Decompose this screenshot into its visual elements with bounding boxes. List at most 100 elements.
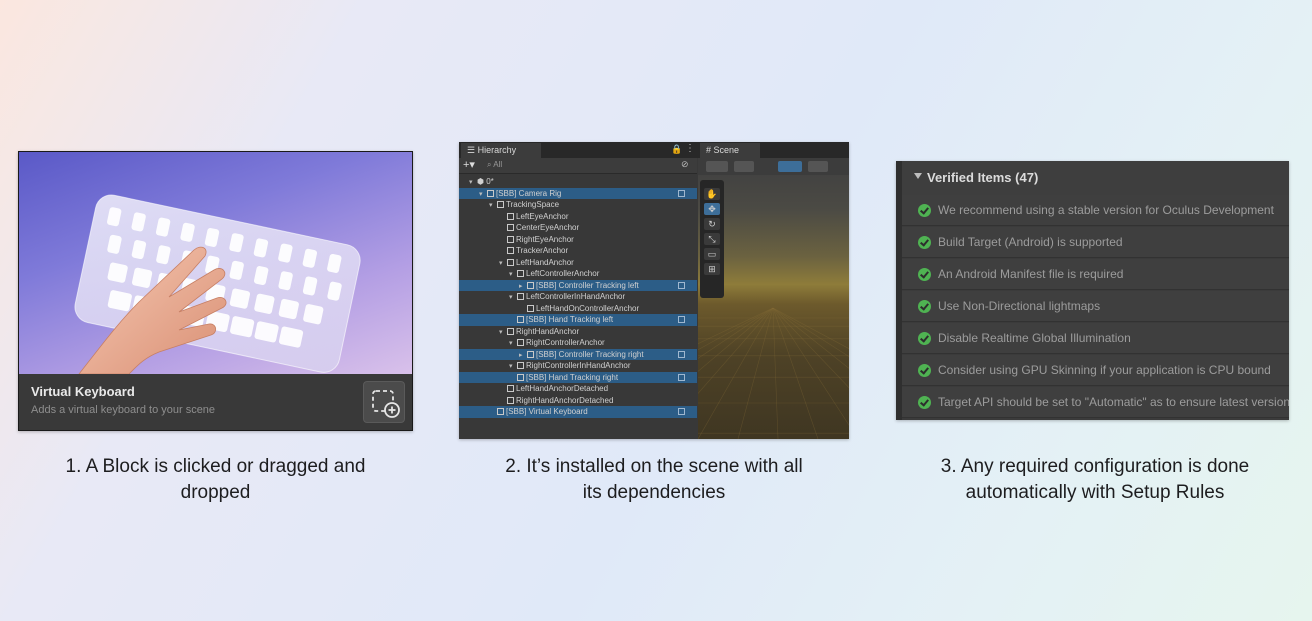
hierarchy-row[interactable]: LeftHandAnchorDetached [459,383,697,395]
search-input[interactable]: ⌕ All [487,160,502,170]
hierarchy-row[interactable]: LeftHandOnControllerAnchor [459,303,697,315]
add-block-button[interactable] [363,381,405,423]
gameobject-cube-icon [507,396,514,404]
hierarchy-row-label: RightHandAnchorDetached [516,395,614,405]
hierarchy-row[interactable]: ▾ TrackingSpace [459,199,697,211]
hierarchy-row[interactable]: ▸ [SBB] Controller Tracking right [459,348,697,360]
rotate-tool-icon[interactable]: ↻ [704,218,720,230]
hierarchy-row[interactable]: ▾ RightControllerInHandAnchor [459,360,697,372]
hierarchy-icon: ☰ [467,145,478,155]
hierarchy-row[interactable]: ▾ RightControllerAnchor [459,337,697,349]
verified-item[interactable]: Consider using GPU Skinning if your appl… [896,355,1289,386]
verified-items-header[interactable]: Verified Items (47) [896,161,1289,196]
caption-step-3: 3. Any required configuration is done au… [880,454,1310,506]
scene-toolbar [698,158,849,175]
hierarchy-toolbar: +▾ ⌕ All ⊘ [459,158,697,174]
rect-tool-icon[interactable]: ▭ [704,248,720,260]
hierarchy-row[interactable]: [SBB] Hand Tracking left [459,314,697,326]
verified-item[interactable]: Use Non-Directional lightmaps [896,291,1289,322]
prefab-toggle-icon[interactable] [678,281,685,289]
hierarchy-row-label: LeftControllerAnchor [526,269,600,278]
hierarchy-row-label: TrackingSpace [506,200,560,209]
check-circle-icon [918,364,931,377]
snap-button[interactable] [778,161,802,172]
grid-line [772,307,779,439]
hierarchy-row[interactable]: CenterEyeAnchor [459,222,697,234]
gizmo-button[interactable] [734,161,754,172]
search-input-text: All [493,160,503,169]
verified-item[interactable]: Build Target (Android) is supported [896,227,1289,258]
verified-items-title: Verified Items (47) [927,170,1039,185]
gameobject-cube-icon [497,201,504,208]
draw-mode-button[interactable] [706,161,728,172]
grid-button[interactable] [808,161,828,172]
scene-icon: # [706,145,714,155]
hierarchy-panel: +▾ ⌕ All ⊘ ▾ ⬢ 0* ▾ [SBB] Camera Rig ▾ Tracki… [459,158,697,439]
verified-item-text: Target API should be set to "Automatic" … [938,395,1289,409]
hierarchy-row-label: LeftHandOnControllerAnchor [536,303,640,313]
hierarchy-row-label: [SBB] Virtual Keyboard [506,407,588,416]
prefab-toggle-icon[interactable] [678,350,685,358]
block-card-virtual-keyboard[interactable]: Virtual Keyboard Adds a virtual keyboard… [18,151,413,431]
prefab-toggle-icon[interactable] [678,189,685,197]
hierarchy-row[interactable]: ▾ ⬢ 0* [459,176,697,188]
hierarchy-tree: ▾ ⬢ 0* ▾ [SBB] Camera Rig ▾ TrackingSpace Left… [459,176,697,418]
verified-item[interactable]: An Android Manifest file is required [896,259,1289,290]
add-icon[interactable]: +▾ [463,158,475,171]
add-to-scene-icon [372,390,400,418]
tab-scene[interactable]: # Scene [700,143,760,158]
hierarchy-row[interactable]: [SBB] Hand Tracking right [459,371,697,383]
hierarchy-row[interactable]: ▾ [SBB] Camera Rig [459,187,697,199]
verified-item[interactable]: We recommend using a stable version for … [896,195,1289,226]
caption-step-2-line2: its dependencies [582,482,726,503]
hierarchy-row[interactable]: [SBB] Virtual Keyboard [459,406,697,418]
move-tool-icon[interactable]: ✥ [704,203,720,215]
keyboard-key [303,304,324,325]
unity-editor-hierarchy-scene: ☰ Hierarchy 🔒 ⋮ # Scene +▾ ⌕ All ⊘ ▾ ⬢ 0*… [459,142,849,439]
prefab-toggle-icon[interactable] [678,316,685,323]
gameobject-cube-icon [487,189,494,197]
hierarchy-row[interactable]: LeftEyeAnchor [459,211,697,223]
hierarchy-row[interactable]: RightHandAnchorDetached [459,395,697,407]
hierarchy-row-label: [SBB] Controller Tracking right [536,349,644,359]
verified-item[interactable]: Disable Realtime Global Illumination [896,323,1289,354]
hand-tool-icon[interactable]: ✋ [704,188,720,200]
scene-view[interactable]: ✋ ✥ ↻ ⤡ ▭ ⊞ [698,158,849,439]
search-options-icon[interactable]: ⊘ [681,159,689,170]
hierarchy-row[interactable]: TrackerAnchor [459,245,697,257]
transform-tool-icon[interactable]: ⊞ [704,263,720,275]
hierarchy-row-label: LeftControllerInHandAnchor [526,292,626,301]
hierarchy-row[interactable]: ▾ RightHandAnchor [459,326,697,338]
verified-item-text: Disable Realtime Global Illumination [938,331,1131,345]
verified-item-text: An Android Manifest file is required [938,267,1124,281]
gameobject-cube-icon [507,224,514,231]
hierarchy-row[interactable]: ▾ LeftHandAnchor [459,257,697,269]
keyboard-key [131,267,153,288]
hierarchy-row[interactable]: RightEyeAnchor [459,234,697,246]
keyboard-key [229,288,251,309]
hierarchy-row-label: [SBB] Hand Tracking left [526,315,614,324]
panel-left-border [896,161,902,420]
kebab-menu-icon[interactable]: ⋮ [685,143,695,154]
tab-scene-label: Scene [713,145,740,155]
gameobject-cube-icon [527,304,534,312]
tab-hierarchy-label: Hierarchy [477,145,517,155]
verified-item-text: Build Target (Android) is supported [938,235,1123,249]
prefab-toggle-icon[interactable] [678,408,685,415]
tab-hierarchy[interactable]: ☰ Hierarchy [461,143,541,158]
scale-tool-icon[interactable]: ⤡ [704,233,720,245]
check-circle-icon [918,204,931,217]
caption-step-3-line2: automatically with Setup Rules [965,482,1225,503]
lock-icon[interactable]: 🔒 [671,144,682,155]
keyboard-key [278,298,299,320]
block-thumbnail [19,152,412,374]
setup-rules-panel: Verified Items (47) We recommend using a… [896,161,1289,420]
hierarchy-row[interactable]: ▸ [SBB] Controller Tracking left [459,279,697,291]
check-circle-icon [918,332,931,345]
prefab-toggle-icon[interactable] [678,373,685,381]
hierarchy-row-label: RightControllerAnchor [526,338,605,347]
verified-item[interactable]: Target API should be set to "Automatic" … [896,387,1289,418]
gameobject-cube-icon [517,362,524,369]
hierarchy-row[interactable]: ▾ LeftControllerAnchor [459,268,697,280]
hierarchy-row[interactable]: ▾ LeftControllerInHandAnchor [459,291,697,303]
